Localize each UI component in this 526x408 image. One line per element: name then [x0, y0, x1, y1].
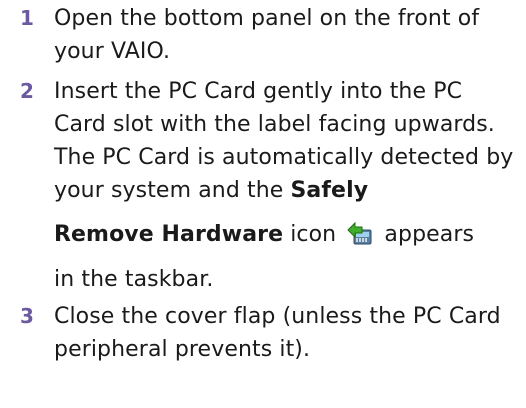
bold-term-safely: Safely — [290, 178, 369, 203]
step-note: The PC Card is automatically detected by… — [54, 145, 514, 203]
step-number: 2 — [20, 79, 35, 103]
step-number: 3 — [20, 304, 35, 328]
step-3: 3 Close the cover flap (unless the PC Ca… — [20, 300, 520, 366]
step-number: 1 — [20, 6, 35, 30]
step-text-appears: appears — [377, 222, 475, 247]
instruction-list: 1 Open the bottom panel on the front of … — [20, 2, 520, 366]
step-1: 1 Open the bottom panel on the front of … — [20, 2, 520, 68]
bold-term-remove-hardware: Remove Hardware — [54, 222, 284, 247]
step-tail: in the taskbar. — [54, 267, 214, 292]
icon-line: Remove Hardware icon appears — [54, 213, 520, 257]
step-text: Open the bottom panel on the front of yo… — [54, 6, 480, 64]
safely-remove-hardware-icon — [345, 218, 375, 248]
step-text: Close the cover flap (unless the PC Card… — [54, 304, 501, 362]
icon-label: icon — [283, 222, 344, 247]
step-2: 2 Insert the PC Card gently into the PC … — [20, 75, 520, 296]
step-text: Insert the PC Card gently into the PC Ca… — [54, 79, 495, 137]
